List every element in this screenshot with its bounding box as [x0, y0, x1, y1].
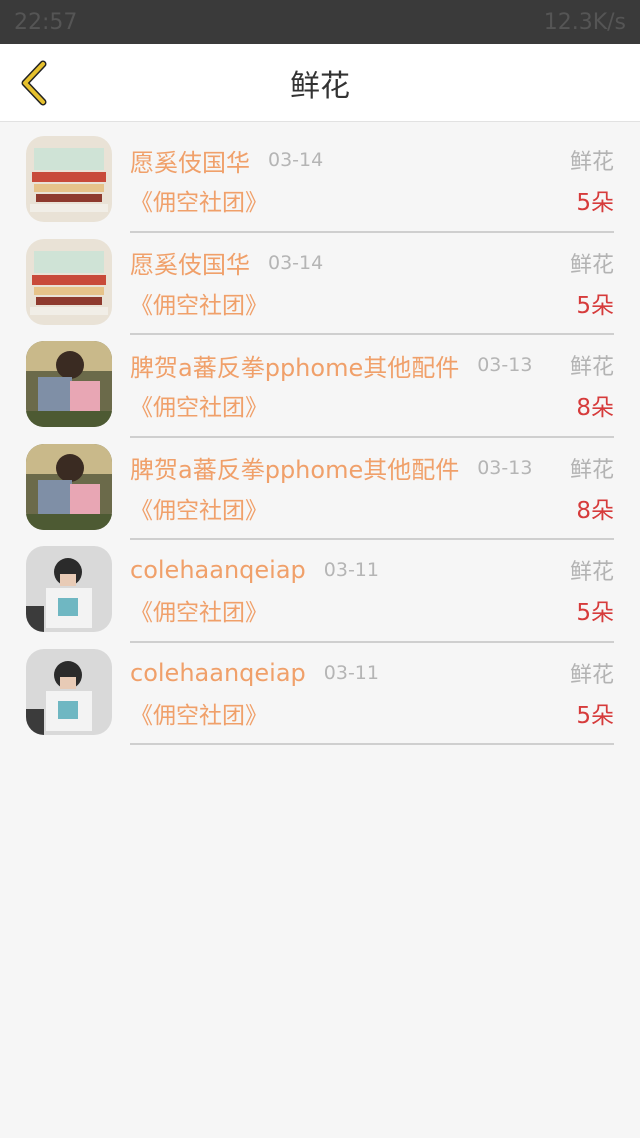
- gift-type: 鲜花: [569, 560, 614, 585]
- back-button[interactable]: [14, 60, 54, 106]
- gift-type: 鲜花: [569, 457, 614, 483]
- record-date: 03-14: [268, 251, 324, 274]
- club-name: 《佣空社团》: [130, 497, 268, 524]
- club-name: 《佣空社团》: [130, 395, 268, 421]
- club-name: 《佣空社团》: [130, 702, 268, 729]
- flower-count: 5朵: [576, 190, 614, 216]
- avatar: [26, 648, 112, 735]
- sender-name: colehaanqeiap: [130, 658, 306, 687]
- list-item[interactable]: colehaanqeiap 03-11 鲜花 《佣空社团》 5朵: [0, 540, 640, 643]
- avatar: [26, 136, 112, 222]
- avatar: [26, 341, 112, 427]
- record-date: 03-13: [477, 456, 533, 479]
- flower-count: 8朵: [576, 497, 614, 524]
- list-item[interactable]: 愿奚伎国华 03-14 鲜花 《佣空社团》 5朵: [0, 130, 640, 233]
- network-speed: 12.3K/s: [543, 9, 626, 35]
- club-name: 《佣空社团》: [130, 190, 268, 216]
- chevron-left-icon: [21, 60, 47, 106]
- gift-type: 鲜花: [569, 662, 614, 688]
- record-date: 03-11: [323, 661, 379, 684]
- list-item[interactable]: 脾贺a蕃反拳pphome其他配件 03-13 鲜花 《佣空社团》 8朵: [0, 335, 640, 438]
- sender-name: colehaanqeiap: [130, 556, 306, 584]
- flower-count: 8朵: [576, 395, 614, 421]
- record-date: 03-11: [323, 559, 379, 581]
- status-bar: 22:57 12.3K/s: [0, 0, 640, 44]
- avatar: [26, 546, 112, 632]
- club-name: 《佣空社团》: [130, 292, 268, 319]
- list-item[interactable]: colehaanqeiap 03-11 鲜花 《佣空社团》 5朵: [0, 643, 640, 745]
- list-item[interactable]: 脾贺a蕃反拳pphome其他配件 03-13 鲜花 《佣空社团》 8朵: [0, 438, 640, 540]
- club-name: 《佣空社团》: [130, 600, 268, 626]
- status-time: 22:57: [14, 9, 78, 35]
- flower-count: 5朵: [576, 600, 614, 626]
- nav-bar: 鲜花: [0, 44, 640, 122]
- gift-type: 鲜花: [569, 355, 614, 380]
- flower-record-list: 愿奚伎国华 03-14 鲜花 《佣空社团》 5朵 愿奚伎国华 03-14 鲜花 …: [0, 122, 640, 745]
- sender-name: 愿奚伎国华: [130, 148, 250, 177]
- record-date: 03-13: [477, 354, 533, 376]
- sender-name: 脾贺a蕃反拳pphome其他配件: [130, 353, 460, 382]
- gift-type: 鲜花: [569, 252, 614, 278]
- sender-name: 愿奚伎国华: [130, 251, 250, 279]
- avatar: [26, 443, 112, 530]
- list-item[interactable]: 愿奚伎国华 03-14 鲜花 《佣空社团》 5朵: [0, 233, 640, 335]
- gift-type: 鲜花: [569, 150, 614, 175]
- status-right: 12.3K/s: [544, 10, 626, 35]
- flower-count: 5朵: [576, 292, 614, 319]
- sender-name: 脾贺a蕃反拳pphome其他配件: [130, 456, 460, 484]
- page-title: 鲜花: [290, 68, 350, 104]
- avatar: [26, 238, 112, 325]
- record-date: 03-14: [268, 149, 324, 171]
- flower-count: 5朵: [576, 702, 614, 729]
